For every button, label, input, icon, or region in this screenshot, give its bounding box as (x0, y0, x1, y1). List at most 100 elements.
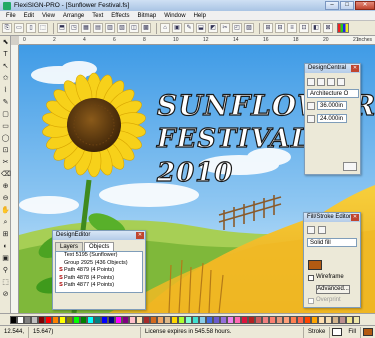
palette-swatch[interactable] (59, 315, 66, 324)
tool-14[interactable]: ✋ (1, 206, 10, 215)
palette-swatch[interactable] (234, 315, 241, 324)
toolbar-button-13[interactable]: ▣ (172, 23, 182, 33)
design-central-close-icon[interactable]: ✕ (351, 65, 359, 72)
stroke-pen-icon[interactable] (318, 226, 326, 234)
tool-8[interactable]: ◯ (1, 134, 10, 143)
menu-arrange[interactable]: Arrange (59, 13, 88, 19)
tool-19[interactable]: ⚲ (1, 266, 10, 275)
palette-swatch[interactable] (255, 315, 262, 324)
fill-stroke-close-icon[interactable]: ✕ (351, 214, 359, 221)
font-select[interactable]: Architecture O (307, 89, 359, 98)
toolbar-button-17[interactable]: ✂ (220, 23, 230, 33)
menu-edit[interactable]: Edit (20, 13, 38, 19)
list-item[interactable]: SPath 4877 (4 Points) (56, 282, 142, 290)
tool-21[interactable]: ⊘ (1, 290, 10, 299)
palette-swatch[interactable] (185, 315, 192, 324)
stroke-swatch[interactable] (332, 328, 343, 336)
toolbar-button-23[interactable]: ⊡ (299, 23, 309, 33)
palette-swatch[interactable] (178, 315, 185, 324)
menu-bitmap[interactable]: Bitmap (134, 13, 161, 19)
palette-swatch[interactable] (332, 315, 339, 324)
palette-swatch[interactable] (73, 315, 80, 324)
tool-20[interactable]: ⬚ (1, 278, 10, 287)
palette-swatch[interactable] (171, 315, 178, 324)
tool-17[interactable]: ◐ (1, 242, 10, 251)
palette-swatch[interactable] (248, 315, 255, 324)
tool-6[interactable]: ▢ (1, 110, 10, 119)
tool-11[interactable]: ⌫ (1, 170, 11, 179)
fill-bucket-icon[interactable] (307, 226, 315, 234)
tool-12[interactable]: ⊕ (1, 182, 10, 191)
width-field[interactable]: 36.000in (317, 101, 347, 110)
palette-swatch[interactable] (304, 315, 311, 324)
fill-swatch[interactable] (363, 328, 373, 336)
maximize-button[interactable]: □ (340, 1, 354, 10)
tool-7[interactable]: ▭ (1, 122, 10, 131)
palette-swatch[interactable] (325, 315, 332, 324)
palette-swatch[interactable] (290, 315, 297, 324)
tab-layers[interactable]: Layers (55, 242, 84, 251)
toolbar-button-7[interactable]: ▤ (93, 23, 103, 33)
palette-swatch[interactable] (276, 315, 283, 324)
palette-swatch[interactable] (17, 315, 24, 324)
palette-swatch[interactable] (108, 315, 115, 324)
close-button[interactable]: ✕ (355, 1, 375, 10)
height-field[interactable]: 24.000in (317, 114, 347, 123)
toolbar-button-14[interactable]: ✎ (184, 23, 194, 33)
palette-swatch[interactable] (297, 315, 304, 324)
palette-swatch[interactable] (164, 315, 171, 324)
wireframe-checkbox[interactable] (308, 275, 314, 281)
toolbar-button-16[interactable]: ◩ (208, 23, 218, 33)
list-item[interactable]: SPath 4878 (4 Points) (56, 275, 142, 283)
tool-5[interactable]: ✎ (1, 98, 10, 107)
palette-swatch[interactable] (269, 315, 276, 324)
palette-swatch[interactable] (94, 315, 101, 324)
palette-swatch[interactable] (262, 315, 269, 324)
toolbar-button-12[interactable]: ⌂ (160, 23, 170, 33)
palette-swatch[interactable] (80, 315, 87, 324)
tool-0[interactable]: ⬉ (1, 38, 10, 47)
palette-swatch[interactable] (283, 315, 290, 324)
palette-swatch[interactable] (192, 315, 199, 324)
toolbar-button-0[interactable]: ⎘ (2, 23, 12, 33)
palette-swatch[interactable] (31, 315, 38, 324)
toolbar-button-9[interactable]: ▧ (117, 23, 127, 33)
design-editor-close-icon[interactable]: ✕ (136, 232, 144, 239)
tool-1[interactable]: T (1, 50, 10, 59)
tool-4[interactable]: ⌇ (1, 86, 10, 95)
tab-objects[interactable]: Objects (84, 242, 115, 251)
palette-swatch[interactable] (339, 315, 346, 324)
overprint-checkbox[interactable] (308, 298, 314, 304)
align-right-icon[interactable] (327, 78, 335, 86)
toolbar-button-22[interactable]: ≡ (287, 23, 297, 33)
align-center-icon[interactable] (317, 78, 325, 86)
menu-window[interactable]: Window (160, 13, 189, 19)
menu-effects[interactable]: Effects (107, 13, 133, 19)
toolbar-button-21[interactable]: ⊟ (275, 23, 285, 33)
palette-swatch[interactable] (199, 315, 206, 324)
toolbar-button-5[interactable]: ◳ (69, 23, 79, 33)
toolbar-button-15[interactable]: ⬓ (196, 23, 206, 33)
tool-13[interactable]: ⊖ (1, 194, 10, 203)
toolbar-button-8[interactable]: ▥ (105, 23, 115, 33)
tool-9[interactable]: ⊡ (1, 146, 10, 155)
palette-swatch[interactable] (101, 315, 108, 324)
toolbar-button-25[interactable]: ⊠ (323, 23, 333, 33)
toolbar-button-19[interactable]: ▨ (244, 23, 254, 33)
align-left-icon[interactable] (307, 78, 315, 86)
toolbar-button-20[interactable]: ⊞ (263, 23, 273, 33)
toolbar-button-1[interactable]: ▭ (14, 23, 24, 33)
toolbar-button-11[interactable]: ▩ (141, 23, 151, 33)
palette-swatch[interactable] (311, 315, 318, 324)
palette-swatch[interactable] (143, 315, 150, 324)
palette-swatch[interactable] (10, 315, 17, 324)
fill-color-swatch[interactable] (308, 260, 322, 270)
menu-help[interactable]: Help (190, 13, 210, 19)
tool-10[interactable]: ✂ (1, 158, 10, 167)
palette-swatch[interactable] (45, 315, 52, 324)
palette-swatch[interactable] (220, 315, 227, 324)
menu-view[interactable]: View (38, 13, 59, 19)
toolbar-button-10[interactable]: ◫ (129, 23, 139, 33)
palette-swatch[interactable] (136, 315, 143, 324)
tool-3[interactable]: ✩ (1, 74, 10, 83)
